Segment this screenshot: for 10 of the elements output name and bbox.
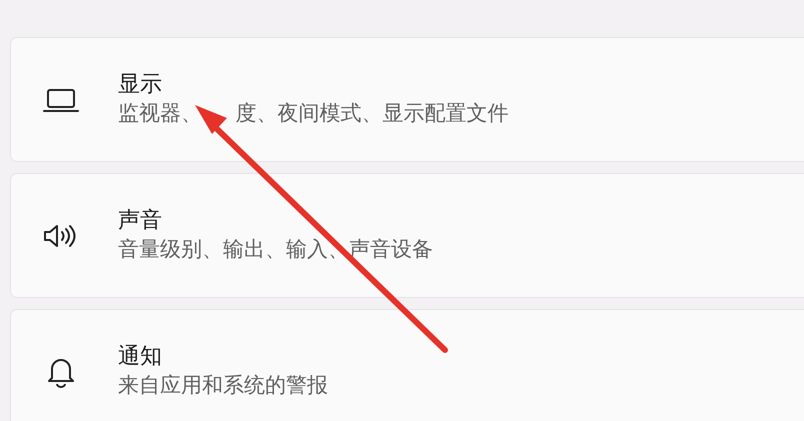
- setting-title: 显示: [118, 70, 163, 98]
- settings-card[interactable]: 声音 音量级别、输出、输入、声音设备: [10, 173, 804, 298]
- setting-description: 监视器、: [118, 101, 202, 126]
- setting-title: 通知: [118, 342, 163, 370]
- setting-description: 来自应用和系统的警报: [118, 373, 328, 398]
- setting-title: 声音: [118, 206, 163, 234]
- setting-description: 度、夜间模式、显示配置文件: [236, 101, 509, 126]
- settings-card[interactable]: 通知 来自应用和系统的警报: [10, 309, 804, 421]
- settings-card[interactable]: 显示 监视器、 度、夜间模式、显示配置文件: [10, 37, 804, 162]
- setting-description: 音量级别、输出、输入、声音设备: [118, 237, 433, 262]
